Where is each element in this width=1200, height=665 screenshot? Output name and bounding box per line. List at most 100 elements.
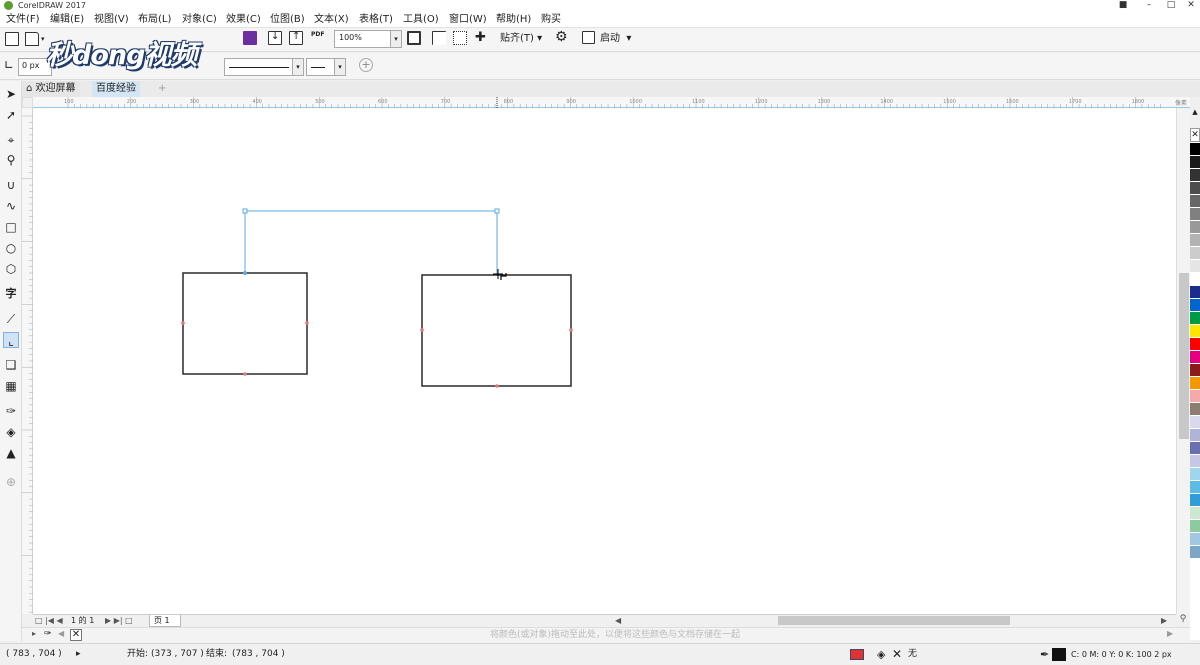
snap-node[interactable] — [305, 321, 309, 325]
vertical-ruler[interactable] — [22, 108, 33, 614]
snap-to-menu[interactable]: 贴齐(T) ▾ — [500, 30, 542, 47]
menu-text[interactable]: 文本(X) — [314, 11, 349, 28]
color-swatch[interactable] — [1190, 507, 1200, 520]
add-tool-icon[interactable]: ⊕ — [3, 474, 19, 490]
pick-tool-icon[interactable]: ➤ — [3, 86, 19, 102]
color-swatch[interactable] — [1190, 416, 1200, 429]
color-swatch[interactable] — [1190, 403, 1200, 416]
connector-start-node[interactable] — [243, 271, 247, 275]
launch-menu[interactable]: 启动 ▾ — [600, 30, 631, 47]
status-menu-icon[interactable]: ▸ — [76, 644, 81, 665]
zoom-level-combo[interactable]: 100% ▾ — [334, 30, 402, 48]
add-tab-button[interactable]: + — [154, 81, 170, 97]
connector-node[interactable] — [494, 208, 500, 214]
menu-bitmap[interactable]: 位图(B) — [270, 11, 305, 28]
menu-object[interactable]: 对象(C) — [182, 11, 217, 28]
menu-window[interactable]: 窗口(W) — [449, 11, 487, 28]
eyedropper-tool-icon[interactable]: ✑ — [3, 403, 19, 419]
snap-node[interactable] — [181, 321, 185, 325]
open-folder-icon[interactable] — [25, 32, 39, 46]
end-arrow-combo[interactable]: ▾ — [306, 58, 346, 76]
palette-scroll-up-icon[interactable]: ▲ — [1190, 108, 1200, 128]
rectangle-right[interactable] — [421, 274, 572, 387]
rectangle-tool-icon[interactable]: □ — [3, 219, 19, 235]
zoom-dropdown-icon[interactable]: ▾ — [390, 31, 401, 47]
no-color-swatch[interactable]: ✕ — [1190, 128, 1200, 142]
menu-buy[interactable]: 购买 — [541, 11, 561, 28]
publish-pdf-icon[interactable]: PDF — [311, 31, 324, 38]
color-swatch[interactable] — [1190, 338, 1200, 351]
color-swatch[interactable] — [1190, 286, 1200, 299]
menu-table[interactable]: 表格(T) — [359, 11, 393, 28]
menu-layout[interactable]: 布局(L) — [138, 11, 171, 28]
scroll-left-icon[interactable]: ◀ — [615, 615, 621, 627]
color-swatch[interactable] — [1190, 468, 1200, 481]
application-launcher-icon[interactable] — [582, 31, 595, 44]
page-1-tab[interactable]: 页 1 — [149, 615, 181, 627]
transparency-tool-icon[interactable]: ▦ — [3, 378, 19, 394]
color-swatch[interactable] — [1190, 494, 1200, 507]
color-swatch[interactable] — [1190, 143, 1200, 156]
text-tool-icon[interactable]: 字 — [3, 286, 19, 302]
color-swatch[interactable] — [1190, 429, 1200, 442]
corel-connect-icon[interactable] — [243, 31, 257, 45]
color-swatch[interactable] — [1190, 156, 1200, 169]
document-palette-no-color-swatch[interactable]: ✕ — [70, 629, 82, 641]
snap-node[interactable] — [495, 384, 499, 388]
document-palette-menu-icon[interactable]: ▸ — [32, 629, 36, 638]
color-swatch[interactable] — [1190, 312, 1200, 325]
line-style-dropdown-icon[interactable]: ▾ — [292, 59, 303, 75]
show-grid-icon[interactable] — [453, 31, 467, 45]
horizontal-ruler[interactable]: 100 200 300 400 500 600 700 800 900 1000 1100 1200 1… — [33, 97, 1190, 108]
snap-node[interactable] — [243, 372, 247, 376]
drop-shadow-tool-icon[interactable]: ❑ — [3, 357, 19, 373]
color-swatch[interactable] — [1190, 546, 1200, 559]
page-nav-next-buttons[interactable]: ▶ ▶| □ — [105, 615, 133, 627]
ruler-origin[interactable] — [22, 97, 33, 108]
color-swatch[interactable] — [1190, 377, 1200, 390]
zoom-tool-icon[interactable]: ⚲ — [3, 152, 19, 168]
parallel-dimension-tool-icon[interactable]: ⟋ — [3, 311, 19, 327]
color-swatch[interactable] — [1190, 195, 1200, 208]
color-swatch[interactable] — [1190, 273, 1200, 286]
color-swatch[interactable] — [1190, 481, 1200, 494]
drawing-canvas[interactable] — [33, 108, 1176, 614]
document-palette-eyedropper-icon[interactable]: ✑ — [44, 629, 52, 639]
snap-node[interactable] — [569, 328, 573, 332]
menu-help[interactable]: 帮助(H) — [496, 11, 531, 28]
interactive-fill-tool-icon[interactable]: ◈ — [3, 424, 19, 440]
document-palette-scroll-left-icon[interactable]: ◀ — [58, 629, 64, 638]
scroll-right-icon[interactable]: ▶ — [1161, 615, 1167, 627]
page-nav-buttons[interactable]: □ |◀ ◀ — [35, 615, 63, 627]
connector-line[interactable] — [244, 210, 498, 275]
new-document-icon[interactable] — [5, 32, 19, 46]
show-rulers-icon[interactable] — [432, 31, 446, 45]
vertical-scrollbar[interactable] — [1176, 108, 1190, 614]
color-swatch[interactable] — [1190, 221, 1200, 234]
menu-edit[interactable]: 编辑(E) — [50, 11, 84, 28]
color-swatch[interactable] — [1190, 533, 1200, 546]
color-swatch[interactable] — [1190, 169, 1200, 182]
color-swatch[interactable] — [1190, 208, 1200, 221]
tab-baidu-experience[interactable]: 百度经验 — [92, 81, 140, 97]
open-dropdown-icon[interactable]: ▾ — [41, 35, 45, 43]
color-swatch[interactable] — [1190, 390, 1200, 403]
shape-tool-icon[interactable]: ➚ — [3, 107, 19, 123]
connector-node[interactable] — [242, 208, 248, 214]
color-swatch[interactable] — [1190, 455, 1200, 468]
smart-fill-tool-icon[interactable]: ▲ — [3, 445, 19, 461]
menu-effects[interactable]: 效果(C) — [226, 11, 261, 28]
snap-node[interactable] — [420, 328, 424, 332]
line-style-combo[interactable]: ▾ — [224, 58, 304, 76]
menu-tools[interactable]: 工具(O) — [403, 11, 439, 28]
full-screen-preview-icon[interactable] — [407, 31, 421, 45]
color-swatch[interactable] — [1190, 234, 1200, 247]
connector-tool-icon[interactable]: ⌞ — [3, 332, 19, 348]
tab-welcome-screen[interactable]: ⌂ 欢迎屏幕 — [22, 81, 80, 97]
color-proofing-icon[interactable] — [850, 649, 864, 660]
color-swatch[interactable] — [1190, 351, 1200, 364]
color-swatch[interactable] — [1190, 364, 1200, 377]
artistic-media-tool-icon[interactable]: ∿ — [3, 198, 19, 214]
color-swatch[interactable] — [1190, 520, 1200, 533]
add-property-icon[interactable]: + — [359, 58, 373, 72]
